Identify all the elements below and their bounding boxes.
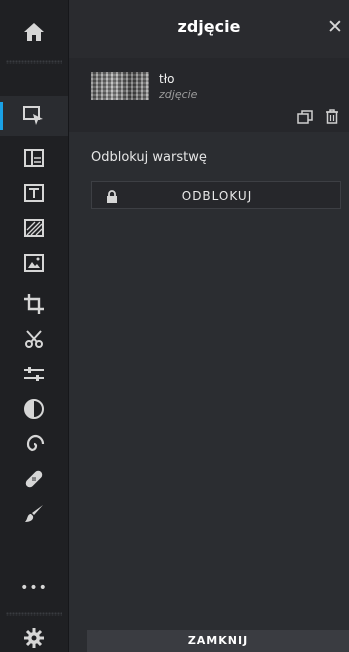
unlock-button-label: ODBLOKUJ [181, 189, 253, 203]
trash-icon[interactable] [325, 109, 339, 128]
unlock-section-title: Odblokuj warstwę [91, 150, 207, 165]
crop-icon[interactable] [0, 284, 68, 324]
layer-name: tło [159, 72, 175, 86]
close-icon[interactable]: ✕ [325, 16, 345, 38]
adjust-icon[interactable] [0, 354, 68, 394]
contrast-icon[interactable] [0, 389, 68, 429]
pattern-icon[interactable] [0, 208, 68, 248]
bandage-icon[interactable] [0, 459, 68, 499]
layer-thumbnail [91, 72, 149, 100]
settings-icon[interactable] [0, 624, 68, 652]
cut-icon[interactable] [0, 319, 68, 359]
image-icon[interactable] [0, 243, 68, 283]
close-button[interactable]: ZAMKNIJ [87, 630, 349, 652]
brush-icon[interactable] [0, 494, 68, 534]
unlock-button[interactable]: ODBLOKUJ [91, 181, 341, 209]
layer-item[interactable]: tło zdjęcie [69, 58, 349, 132]
more-icon[interactable]: ••• [0, 568, 68, 608]
select-icon[interactable] [0, 96, 68, 136]
panel-title: zdjęcie [177, 17, 241, 36]
duplicate-icon[interactable] [297, 109, 313, 128]
panel-header: zdjęcie ✕ [69, 0, 349, 58]
layer-type: zdjęcie [159, 88, 198, 101]
tool-sidebar: ••• [0, 0, 69, 652]
text-icon[interactable] [0, 173, 68, 213]
home-icon[interactable] [0, 12, 68, 52]
layers-icon[interactable] [0, 138, 68, 178]
spiral-icon[interactable] [0, 424, 68, 464]
layer-panel: zdjęcie ✕ tło zdjęcie Odblokuj warstwę O… [69, 0, 349, 652]
